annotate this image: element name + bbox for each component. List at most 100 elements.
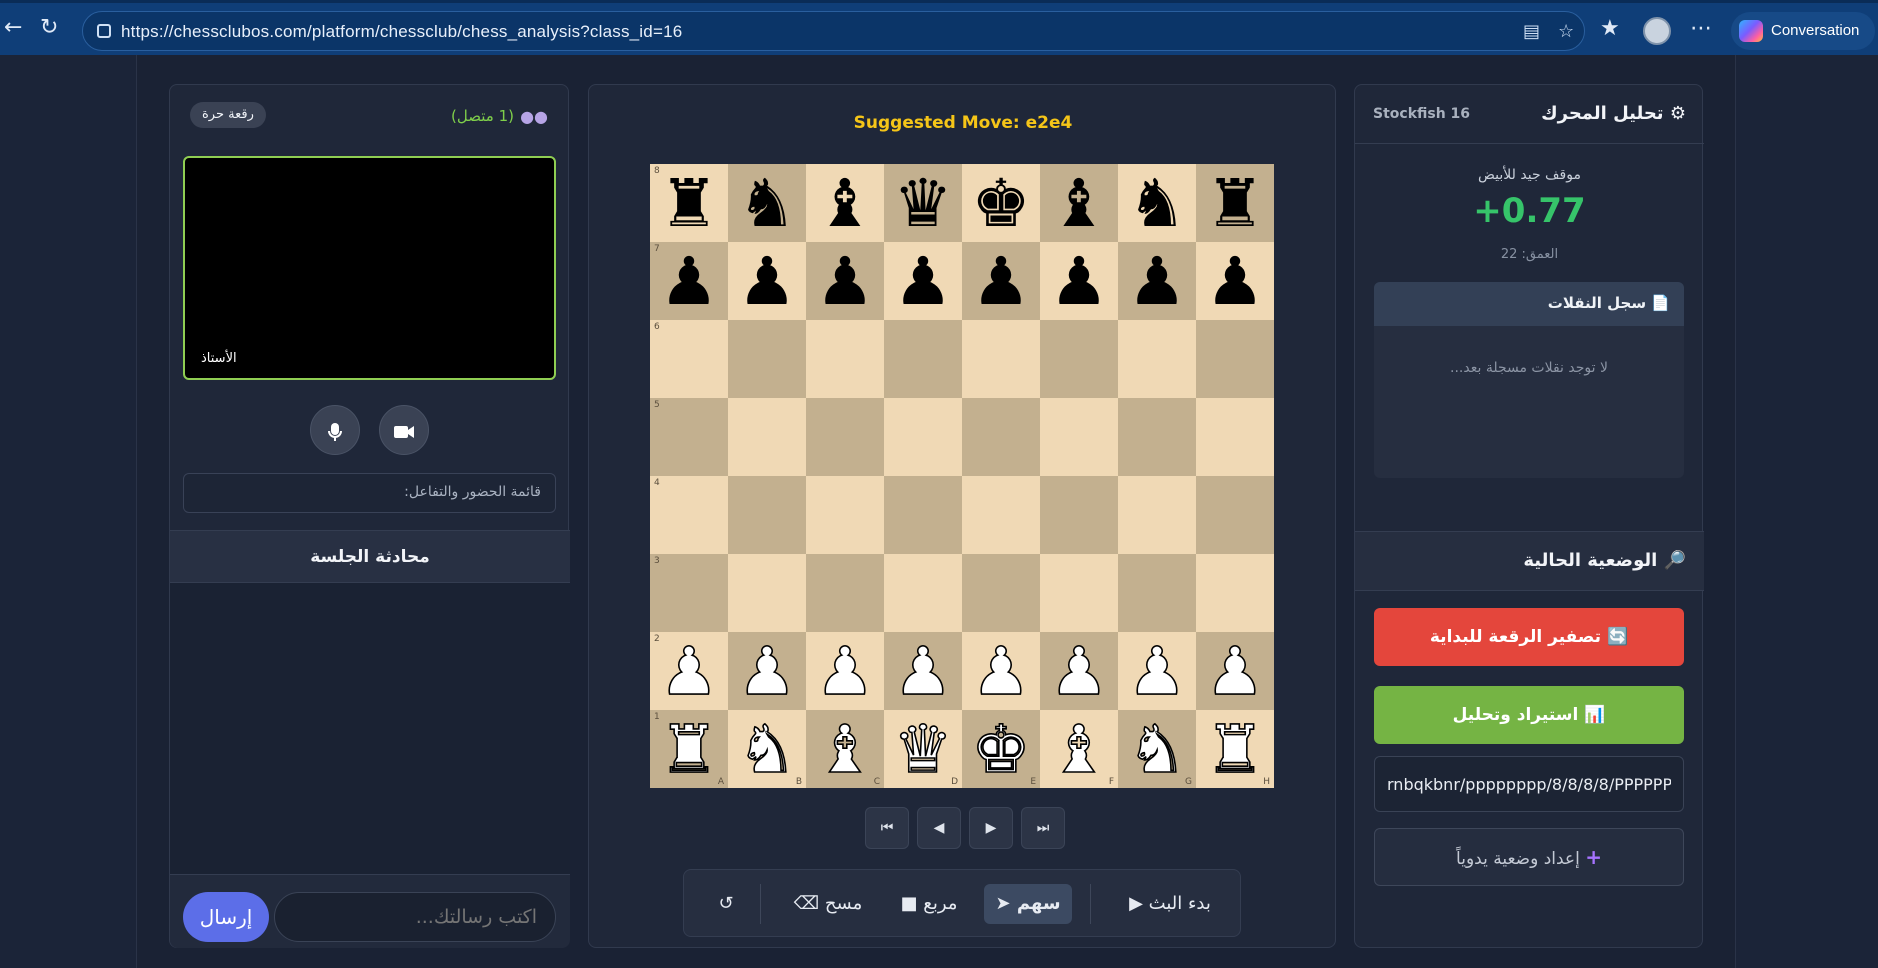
address-bar[interactable]: https://chessclubos.com/platform/chesscl… (82, 11, 1585, 51)
board-square[interactable]: ♟ (1040, 632, 1118, 711)
board-square[interactable]: G ♞ (1118, 710, 1196, 789)
square-tool-button[interactable]: مربع ■ (884, 884, 974, 924)
board-square[interactable]: B ♞ (728, 710, 806, 789)
board-square[interactable]: ♝ (1040, 164, 1118, 242)
board-square[interactable] (728, 554, 806, 632)
board-square[interactable]: 5 (650, 398, 728, 476)
board-square[interactable]: ♟ (1118, 242, 1196, 320)
black-pawn-piece[interactable]: ♟ (728, 242, 806, 320)
white-pawn-piece[interactable]: ♟ (806, 632, 884, 711)
chess-board[interactable]: 8 ♜ ♞ ♝ ♛ ♚ ♝ ♞ ♜ 7 ♟ ♟ ♟ ♟ ♟ ♟ ♟ ♟ 6 5 4 3 2 ♟ ♟ ♟ ♟ ♟ ♟ ♟ ♟ 1 A ♜ B ♞ C ♝ D ♛… (650, 164, 1274, 789)
board-square[interactable] (884, 476, 962, 554)
manual-setup-button[interactable]: + إعداد وضعية يدوياً (1374, 828, 1684, 886)
white-king-piece[interactable]: ♚ (962, 710, 1040, 789)
send-button[interactable]: إرسال (183, 892, 269, 942)
board-square[interactable] (806, 554, 884, 632)
board-square[interactable] (728, 320, 806, 398)
board-square[interactable] (962, 476, 1040, 554)
copilot-button[interactable]: Conversation (1731, 12, 1875, 50)
favorites-icon[interactable]: ★ (1600, 16, 1620, 41)
black-pawn-piece[interactable]: ♟ (1196, 242, 1274, 320)
board-square[interactable]: ♟ (806, 632, 884, 711)
board-square[interactable] (884, 320, 962, 398)
black-rook-piece[interactable]: ♜ (1196, 164, 1274, 242)
board-square[interactable]: C ♝ (806, 710, 884, 789)
black-pawn-piece[interactable]: ♟ (884, 242, 962, 320)
board-square[interactable]: ♟ (728, 632, 806, 711)
black-pawn-piece[interactable]: ♟ (1040, 242, 1118, 320)
black-pawn-piece[interactable]: ♟ (962, 242, 1040, 320)
board-square[interactable] (962, 398, 1040, 476)
board-square[interactable] (962, 320, 1040, 398)
board-square[interactable]: 4 (650, 476, 728, 554)
board-square[interactable] (806, 320, 884, 398)
camera-button[interactable] (379, 405, 429, 455)
board-square[interactable]: ♟ (962, 242, 1040, 320)
board-square[interactable] (806, 398, 884, 476)
white-pawn-piece[interactable]: ♟ (728, 632, 806, 711)
board-square[interactable] (884, 554, 962, 632)
import-analyze-button[interactable]: 📊 استيراد وتحليل (1374, 686, 1684, 744)
board-square[interactable] (1040, 554, 1118, 632)
white-bishop-piece[interactable]: ♝ (1040, 710, 1118, 789)
white-knight-piece[interactable]: ♞ (728, 710, 806, 789)
board-square[interactable] (1040, 476, 1118, 554)
board-square[interactable] (728, 398, 806, 476)
board-square[interactable]: 7 ♟ (650, 242, 728, 320)
board-square[interactable]: D ♛ (884, 710, 962, 789)
board-square[interactable] (962, 554, 1040, 632)
clear-tool-button[interactable]: مسح ⌫ (780, 884, 876, 924)
board-square[interactable]: 8 ♜ (650, 164, 728, 242)
site-info-icon[interactable] (97, 24, 111, 38)
board-square[interactable] (1040, 398, 1118, 476)
board-square[interactable] (1040, 320, 1118, 398)
board-square[interactable]: 3 (650, 554, 728, 632)
board-square[interactable] (1118, 476, 1196, 554)
black-bishop-piece[interactable]: ♝ (806, 164, 884, 242)
reload-icon[interactable]: ↻ (40, 17, 58, 39)
black-queen-piece[interactable]: ♛ (884, 164, 962, 242)
board-square[interactable] (1118, 398, 1196, 476)
white-rook-piece[interactable]: ♜ (650, 710, 728, 789)
black-pawn-piece[interactable]: ♟ (1118, 242, 1196, 320)
board-square[interactable]: ♟ (728, 242, 806, 320)
profile-avatar[interactable] (1643, 17, 1671, 45)
black-knight-piece[interactable]: ♞ (1118, 164, 1196, 242)
board-square[interactable]: ♞ (728, 164, 806, 242)
black-knight-piece[interactable]: ♞ (728, 164, 806, 242)
board-square[interactable]: ♟ (1196, 242, 1274, 320)
board-square[interactable] (1196, 554, 1274, 632)
white-pawn-piece[interactable]: ♟ (884, 632, 962, 711)
white-pawn-piece[interactable]: ♟ (1196, 632, 1274, 711)
black-pawn-piece[interactable]: ♟ (650, 242, 728, 320)
board-square[interactable]: ♟ (1040, 242, 1118, 320)
previous-move-button[interactable]: ◀ (917, 807, 961, 849)
arrow-tool-button[interactable]: سهم ➤ (984, 884, 1072, 924)
board-square[interactable]: ♜ (1196, 164, 1274, 242)
white-pawn-piece[interactable]: ♟ (962, 632, 1040, 711)
board-square[interactable] (884, 398, 962, 476)
reader-mode-icon[interactable]: ▤ (1523, 21, 1540, 42)
board-square[interactable] (1118, 320, 1196, 398)
board-square[interactable]: E ♚ (962, 710, 1040, 789)
message-input[interactable] (274, 892, 556, 942)
board-square[interactable]: ♞ (1118, 164, 1196, 242)
board-square[interactable]: ♟ (884, 242, 962, 320)
back-icon[interactable]: ← (4, 17, 22, 39)
board-square[interactable]: ♚ (962, 164, 1040, 242)
black-bishop-piece[interactable]: ♝ (1040, 164, 1118, 242)
board-square[interactable] (806, 476, 884, 554)
board-square[interactable]: ♟ (962, 632, 1040, 711)
board-square[interactable]: 6 (650, 320, 728, 398)
fen-input[interactable] (1374, 756, 1684, 812)
broadcast-button[interactable]: بدء البث ▶ (1120, 884, 1220, 924)
next-move-button[interactable]: ▶ (969, 807, 1013, 849)
white-pawn-piece[interactable]: ♟ (1118, 632, 1196, 711)
white-knight-piece[interactable]: ♞ (1118, 710, 1196, 789)
white-bishop-piece[interactable]: ♝ (806, 710, 884, 789)
board-square[interactable]: 2 ♟ (650, 632, 728, 711)
url-text[interactable]: https://chessclubos.com/platform/chesscl… (121, 22, 682, 42)
board-square[interactable]: ♝ (806, 164, 884, 242)
favorite-star-icon[interactable]: ☆ (1558, 21, 1574, 42)
more-menu-icon[interactable]: ⋯ (1690, 16, 1712, 41)
